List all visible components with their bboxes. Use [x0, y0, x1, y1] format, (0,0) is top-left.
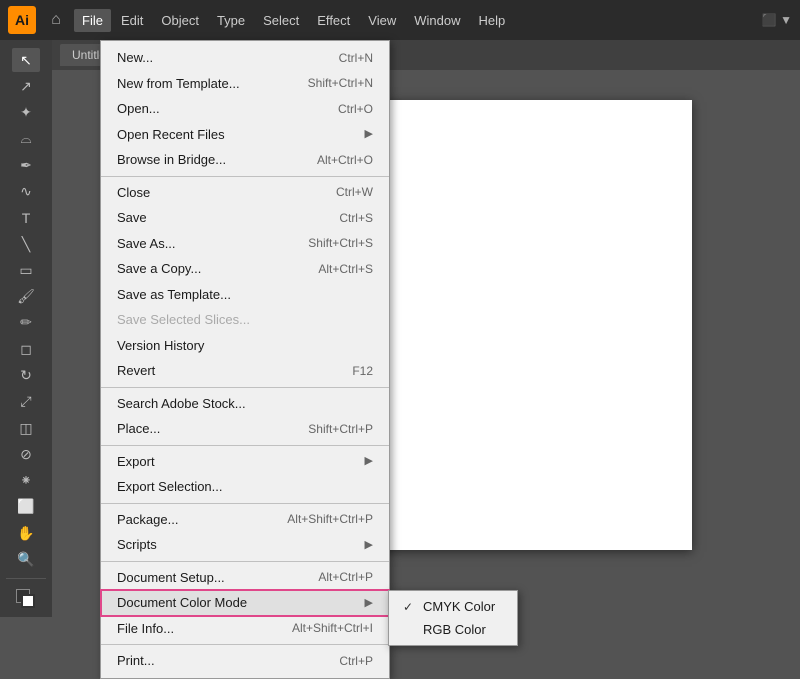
tool-rect[interactable]: ▭ [12, 258, 40, 282]
menu-item-open-recent[interactable]: Open Recent Files ▶ [101, 122, 389, 148]
menu-select[interactable]: Select [255, 9, 307, 32]
menu-effect[interactable]: Effect [309, 9, 358, 32]
tool-curvature[interactable]: ∿ [12, 179, 40, 203]
submenu-item-cmyk[interactable]: ✓ CMYK Color [389, 595, 517, 618]
tool-paintbrush[interactable]: 🖌 [12, 285, 40, 309]
tool-magic-wand[interactable]: ✦ [12, 101, 40, 125]
submenu-item-rgb[interactable]: RGB Color [389, 618, 517, 641]
cmyk-label: CMYK Color [423, 599, 495, 614]
menu-item-save-as[interactable]: Save As... Shift+Ctrl+S [101, 231, 389, 257]
menu-file[interactable]: File [74, 9, 111, 32]
rgb-label: RGB Color [423, 622, 486, 637]
menu-item-file-info[interactable]: File Info... Alt+Shift+Ctrl+I [101, 616, 389, 642]
menu-type[interactable]: Type [209, 9, 253, 32]
document-color-mode-submenu: ✓ CMYK Color RGB Color [388, 590, 518, 646]
menu-item-document-setup[interactable]: Document Setup... Alt+Ctrl+P [101, 565, 389, 591]
tool-eyedropper[interactable]: ⊘ [12, 442, 40, 466]
menu-item-new-from-template[interactable]: New from Template... Shift+Ctrl+N [101, 71, 389, 97]
tool-hand[interactable]: ✋ [12, 521, 40, 545]
tool-fill-stroke[interactable] [12, 585, 40, 609]
tool-type[interactable]: T [12, 206, 40, 230]
menu-item-print[interactable]: Print... Ctrl+P [101, 648, 389, 674]
tool-pen[interactable]: ✒ [12, 153, 40, 177]
menu-item-new[interactable]: New... Ctrl+N [101, 45, 389, 71]
tool-pencil[interactable]: ✏ [12, 311, 40, 335]
menu-object[interactable]: Object [153, 9, 207, 32]
menu-item-close[interactable]: Close Ctrl+W [101, 180, 389, 206]
menu-view[interactable]: View [360, 9, 404, 32]
tool-line[interactable]: ╲ [12, 232, 40, 256]
toolbar-divider [6, 578, 46, 583]
menu-bar: Ai ⌂ File Edit Object Type Select Effect… [0, 0, 800, 40]
rgb-checkmark [403, 623, 417, 637]
menu-window[interactable]: Window [406, 9, 468, 32]
menu-edit[interactable]: Edit [113, 9, 151, 32]
menu-item-export-selection[interactable]: Export Selection... [101, 474, 389, 500]
workspace-switcher[interactable]: ⬛ ▼ [762, 13, 792, 27]
tool-artboard[interactable]: ⬜ [12, 495, 40, 519]
cmyk-checkmark: ✓ [403, 600, 417, 614]
menu-item-browse-bridge[interactable]: Browse in Bridge... Alt+Ctrl+O [101, 147, 389, 173]
ai-logo: Ai [8, 6, 36, 34]
tool-selection[interactable]: ↖ [12, 48, 40, 72]
menu-item-revert[interactable]: Revert F12 [101, 358, 389, 384]
menu-item-scripts[interactable]: Scripts ▶ [101, 532, 389, 558]
menu-item-open[interactable]: Open... Ctrl+O [101, 96, 389, 122]
tool-scale[interactable]: ⤢ [12, 390, 40, 414]
tool-eraser[interactable]: ◻ [12, 337, 40, 361]
menu-item-export[interactable]: Export ▶ [101, 449, 389, 475]
menu-item-search-stock[interactable]: Search Adobe Stock... [101, 391, 389, 417]
menu-item-save-selected: Save Selected Slices... [101, 307, 389, 333]
menu-item-save-template[interactable]: Save as Template... [101, 282, 389, 308]
menu-item-save[interactable]: Save Ctrl+S [101, 205, 389, 231]
tool-zoom[interactable]: 🔍 [12, 547, 40, 571]
tool-lasso[interactable]: ⌓ [12, 127, 40, 151]
menu-right: ⬛ ▼ [762, 13, 792, 27]
menu-help[interactable]: Help [470, 9, 513, 32]
left-toolbar: ↖ ↗ ✦ ⌓ ✒ ∿ T ╲ ▭ 🖌 ✏ ◻ ↻ ⤢ ◫ ⊘ ⁕ ⬜ ✋ 🔍 [0, 40, 52, 617]
tool-rotate[interactable]: ↻ [12, 363, 40, 387]
file-dropdown-menu: New... Ctrl+N New from Template... Shift… [100, 40, 390, 679]
tool-gradient[interactable]: ◫ [12, 416, 40, 440]
tool-blend[interactable]: ⁕ [12, 469, 40, 493]
menu-item-document-color-mode[interactable]: Document Color Mode ▶ [101, 590, 389, 616]
menu-item-save-copy[interactable]: Save a Copy... Alt+Ctrl+S [101, 256, 389, 282]
menu-item-version-history[interactable]: Version History [101, 333, 389, 359]
home-icon[interactable]: ⌂ [44, 8, 68, 32]
menu-item-package[interactable]: Package... Alt+Shift+Ctrl+P [101, 507, 389, 533]
menu-item-place[interactable]: Place... Shift+Ctrl+P [101, 416, 389, 442]
tool-direct-select[interactable]: ↗ [12, 74, 40, 98]
menu-items: File Edit Object Type Select Effect View… [74, 9, 513, 32]
